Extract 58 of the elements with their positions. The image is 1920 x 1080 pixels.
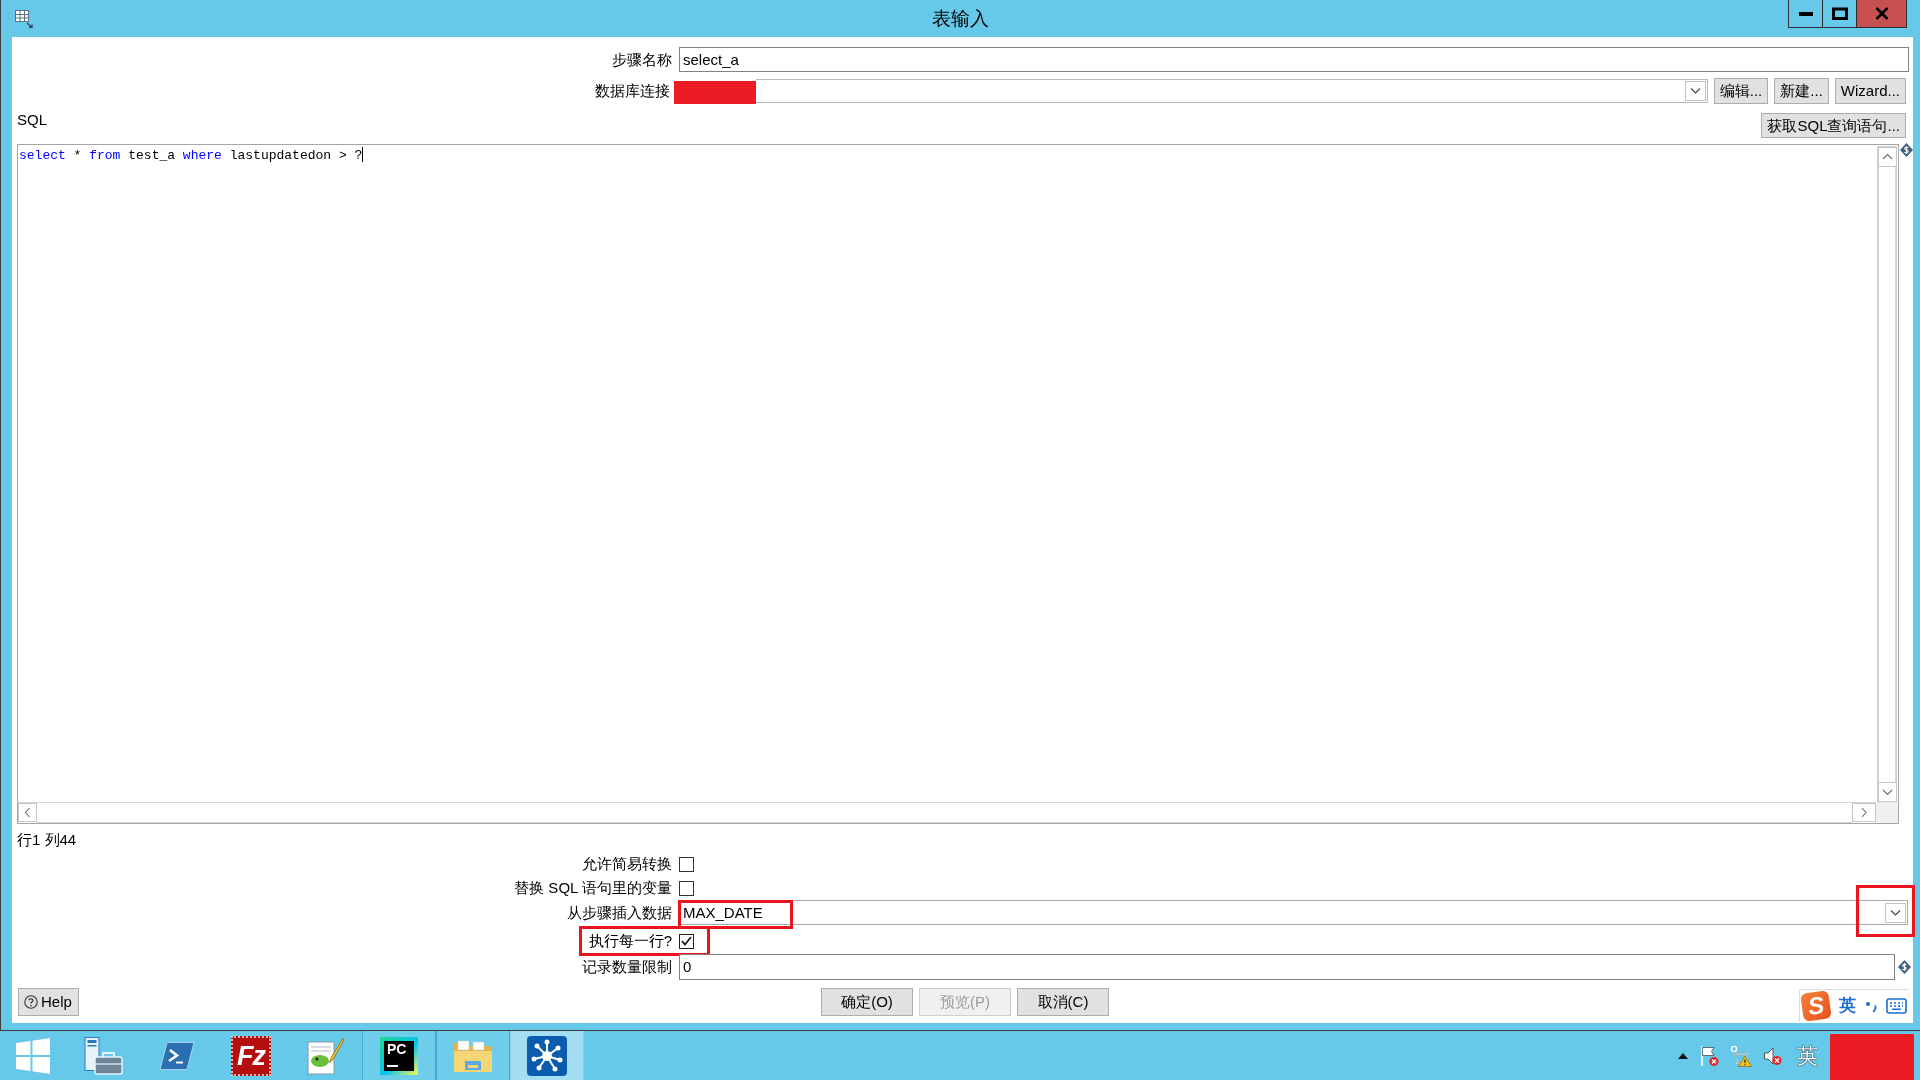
limit-field[interactable]: 0 [679,954,1895,980]
connection-button[interactable]: 编辑... [1713,78,1769,104]
field-label: 步骤名称 [612,50,672,69]
option-label: 从步骤插入数据 [567,903,672,922]
tick-icon [681,936,692,946]
fetch-sql-button[interactable]: 获取SQL查询语句... [1761,113,1906,138]
option-label: 执行每一行? [588,932,672,950]
help-icon [24,995,38,1009]
taskbar-button[interactable]: PC [362,1031,436,1080]
caret-icon [1684,81,1706,101]
network-nodes-icon[interactable] [527,1035,567,1076]
scrollbar-corner [1876,802,1898,823]
sql-editor[interactable]: select * from test_a where lastupdatedon > ? [17,144,1899,824]
folder-icon[interactable] [453,1037,493,1074]
caret-icon [1885,902,1906,923]
connection-button[interactable]: 新建... [1774,78,1829,104]
field-label: 数据库连接 [595,82,670,100]
code-line: select * from test_a where lastupdatedon > ? [19,147,364,164]
flag-error-icon[interactable] [1699,1044,1719,1067]
letter-logo-tile[interactable]: PC [380,1036,418,1075]
network-warning-icon[interactable] [1730,1044,1752,1067]
keyboard-icon[interactable] [1886,998,1907,1014]
step-dropdown[interactable]: MAX_DATE [679,900,1908,925]
variable-diamond-icon[interactable] [1898,960,1911,974]
option-label: 记录数量限制 [582,958,672,976]
help-button[interactable]: Help [18,988,79,1016]
punctuation-icon[interactable] [1865,999,1877,1013]
checkbox[interactable] [679,933,694,949]
terminal-icon[interactable] [159,1040,195,1071]
option-label: 允许简易转换 [582,855,672,873]
section-label: SQL [17,111,47,129]
checkbox[interactable] [679,880,694,896]
option-label: 替换 SQL 语句里的变量 [514,879,672,897]
input-mode-toggle[interactable]: 英 [1839,996,1856,1016]
taskbar-button[interactable] [510,1031,584,1080]
start-icon[interactable] [16,1037,50,1074]
chevron-down-icon[interactable] [1878,782,1897,802]
checkbox[interactable] [679,856,694,872]
taskbar-button[interactable]: Fz [214,1031,288,1080]
minimize-button[interactable] [1788,0,1823,28]
dialog-button[interactable]: 取消(C) [1017,988,1109,1016]
variable-diamond-icon[interactable] [1900,143,1913,157]
vertical-scrollbar[interactable] [1877,146,1897,802]
step-name-field[interactable]: select_a [679,47,1909,72]
dialog-button[interactable]: 确定(O) [821,988,913,1016]
maximize-icon [1831,7,1848,20]
minimize-icon [1798,11,1813,16]
window-title: 表输入 [932,7,989,31]
connection-button[interactable]: Wizard... [1834,78,1906,104]
cursor-position-text: 行1 列44 [17,832,77,848]
chevron-up-icon[interactable] [1878,147,1897,167]
triangle-up-icon[interactable] [1678,1052,1688,1059]
close-button[interactable] [1856,0,1907,28]
close-icon [1874,7,1889,20]
server-toolbox-icon[interactable] [83,1036,123,1075]
letter-logo-tile[interactable]: Fz [231,1035,271,1076]
table-icon [15,10,33,28]
notepad-pencil-icon[interactable] [306,1036,344,1075]
